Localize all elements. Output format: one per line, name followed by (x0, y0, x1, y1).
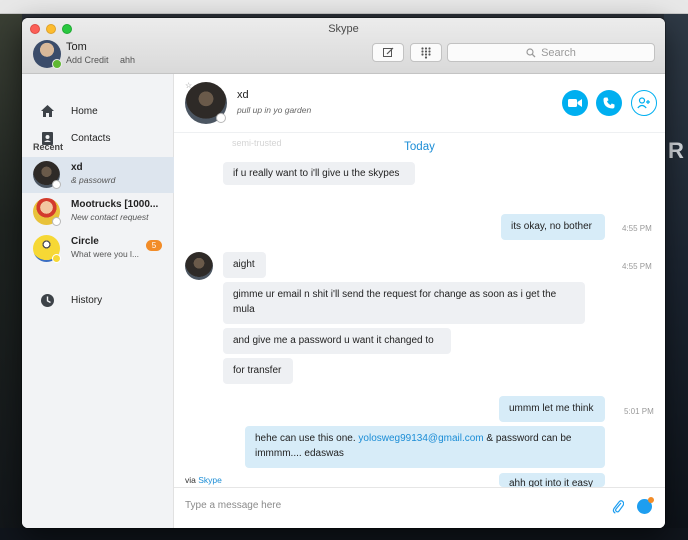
compose-icon (382, 47, 393, 57)
search-input[interactable]: Search (447, 43, 655, 62)
video-call-button[interactable] (562, 90, 588, 116)
home-icon (39, 103, 55, 119)
contact-subtitle: & passowrd (71, 175, 116, 185)
window-title: Skype (328, 23, 359, 35)
profile-mood: ahh (120, 55, 136, 65)
compose-button[interactable] (372, 43, 404, 62)
profile-name[interactable]: Tom (66, 41, 87, 53)
recent-item-xd[interactable]: xd & passowrd (22, 157, 174, 193)
message-incoming[interactable]: if u really want to i'll give u the skyp… (223, 162, 415, 185)
message-incoming[interactable]: aight (223, 252, 266, 278)
sidebar: Home Contacts Recent xd & passowrd Mootr… (22, 74, 174, 528)
contact-name[interactable]: xd (237, 89, 249, 101)
titlebar: Skype Tom Add Credit ahh Search (22, 18, 665, 74)
message-outgoing[interactable]: its okay, no bother (501, 214, 605, 240)
dialpad-button[interactable] (410, 43, 442, 62)
sidebar-item-home[interactable]: Home (22, 98, 174, 124)
contact-mood: pull up in yo garden (237, 105, 312, 115)
message-composer: Type a message here (174, 487, 665, 528)
emoticon-icon[interactable] (637, 497, 654, 514)
desktop-text: R (668, 138, 684, 163)
status-icon (52, 180, 61, 189)
unread-badge: 5 (146, 240, 162, 251)
history-icon (39, 292, 55, 308)
video-camera-icon (568, 99, 582, 107)
dialpad-icon (421, 46, 431, 59)
date-label: Today (404, 141, 435, 153)
contact-name: xd (71, 162, 83, 173)
date-divider: semi-trusted Today (174, 132, 665, 162)
recent-item-circle[interactable]: Circle What were you l... 5 (22, 231, 174, 267)
message-timestamp: 4:55 PM (622, 224, 652, 233)
profile-status-icon (52, 59, 62, 69)
desktop-background-right: R (664, 14, 688, 540)
message-incoming[interactable]: for transfer (223, 358, 293, 384)
contact-name: Mootrucks [1000... (71, 199, 159, 210)
message-outgoing[interactable]: ahh got into it easy (499, 473, 605, 487)
desktop-background-left (0, 14, 22, 540)
sidebar-item-label: Home (71, 105, 98, 117)
message-incoming[interactable]: and give me a password u want it changed… (223, 328, 451, 354)
add-participants-button[interactable] (631, 90, 657, 116)
phone-icon (603, 97, 615, 109)
sidebar-item-history[interactable]: History (22, 287, 174, 313)
via-prefix: via (185, 475, 199, 485)
message-timestamp: 4:55 PM (622, 262, 652, 271)
skype-window: Skype Tom Add Credit ahh Search Home Con… (22, 18, 665, 528)
conversation-pane: ☆ xd pull up in yo garden semi-trusted T… (174, 74, 665, 528)
audio-call-button[interactable] (596, 90, 622, 116)
add-person-icon (637, 97, 650, 109)
message-text: hehe can use this one. (255, 433, 359, 444)
contact-subtitle: What were you l... (71, 249, 140, 259)
email-link[interactable]: yolosweg99134@gmail.com (358, 433, 483, 444)
message-input[interactable]: Type a message here (185, 500, 281, 511)
status-icon (52, 254, 61, 263)
status-icon (52, 217, 61, 226)
sidebar-item-label: History (71, 294, 103, 306)
desktop-background-bottom (0, 528, 688, 540)
search-icon (526, 47, 536, 57)
contact-subtitle: New contact request (71, 212, 149, 222)
message-timestamp: 5:01 PM (624, 407, 654, 416)
message-incoming[interactable]: gimme ur email n shit i'll send the requ… (223, 282, 585, 324)
desktop-menubar (0, 0, 688, 14)
message-outgoing[interactable]: hehe can use this one. yolosweg99134@gma… (245, 426, 605, 468)
paperclip-icon (612, 500, 625, 514)
avatar (185, 252, 213, 280)
contact-status-icon (216, 113, 226, 123)
search-placeholder: Search (541, 46, 576, 59)
conversation-header: ☆ xd pull up in yo garden (174, 74, 665, 132)
sidebar-item-label: Contacts (71, 132, 111, 144)
recent-section-label: Recent (33, 142, 64, 152)
message-outgoing[interactable]: ummm let me think (499, 396, 605, 422)
via-skype-link[interactable]: Skype (198, 475, 222, 485)
add-credit-link[interactable]: Add Credit (66, 55, 109, 65)
recent-item-mootrucks[interactable]: Mootrucks [1000... New contact request (22, 194, 174, 230)
via-skype-label: via Skype (185, 475, 222, 485)
favorite-star-icon[interactable]: ☆ (185, 81, 192, 90)
attachment-button[interactable] (612, 499, 625, 519)
contact-name: Circle (71, 236, 99, 247)
